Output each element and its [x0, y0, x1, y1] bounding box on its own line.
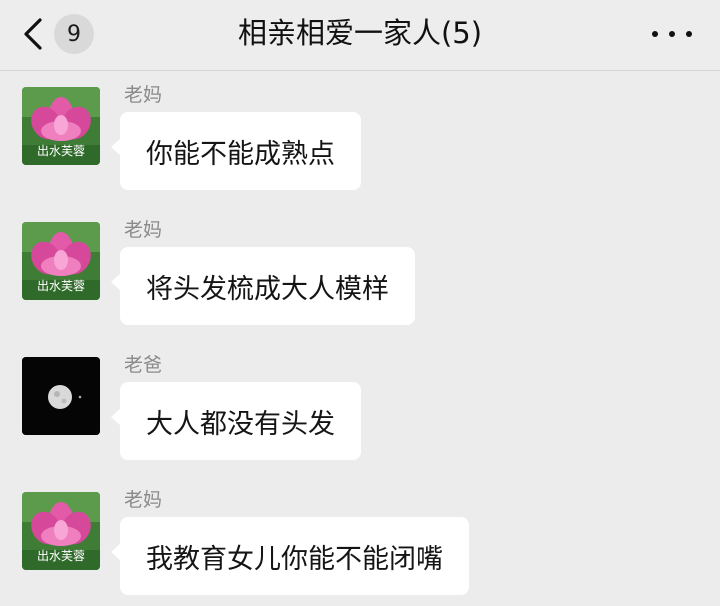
chat-title: 相亲相爱一家人(5): [237, 16, 483, 50]
chevron-left-icon: [24, 18, 42, 50]
lotus-avatar[interactable]: 出水芙蓉: [22, 87, 100, 165]
avatar-caption: 出水芙蓉: [36, 279, 85, 293]
avatar-caption: 出水芙蓉: [36, 549, 85, 563]
lotus-avatar[interactable]: 出水芙蓉: [22, 222, 100, 300]
lotus-avatar[interactable]: 出水芙蓉: [22, 492, 100, 570]
unread-count-badge: 9: [54, 14, 94, 54]
back-button[interactable]: 9: [22, 14, 108, 54]
moon-avatar[interactable]: [22, 357, 100, 435]
more-options-button[interactable]: [652, 22, 692, 46]
moon-icon: [22, 357, 100, 435]
more-dot-icon: [669, 31, 675, 37]
sender-name: 老妈: [124, 219, 163, 241]
message-bubble[interactable]: 我教育女儿你能不能闭嘴: [111, 517, 469, 595]
avatar-caption: 出水芙蓉: [36, 144, 85, 158]
sender-name: 老妈: [124, 489, 163, 511]
message-list[interactable]: 出水芙蓉 老妈 你能不能成熟点 出水芙蓉 老妈 将头发梳成大人模样 老爸 大人都…: [0, 70, 720, 606]
chat-header: 9 相亲相爱一家人(5): [0, 0, 720, 71]
message-bubble[interactable]: 大人都没有头发: [111, 382, 361, 460]
sender-name: 老爸: [124, 354, 163, 376]
message-bubble[interactable]: 将头发梳成大人模样: [111, 247, 415, 325]
more-dot-icon: [652, 31, 658, 37]
more-dot-icon: [686, 31, 692, 37]
sender-name: 老妈: [124, 84, 163, 106]
message-bubble[interactable]: 你能不能成熟点: [111, 112, 361, 190]
